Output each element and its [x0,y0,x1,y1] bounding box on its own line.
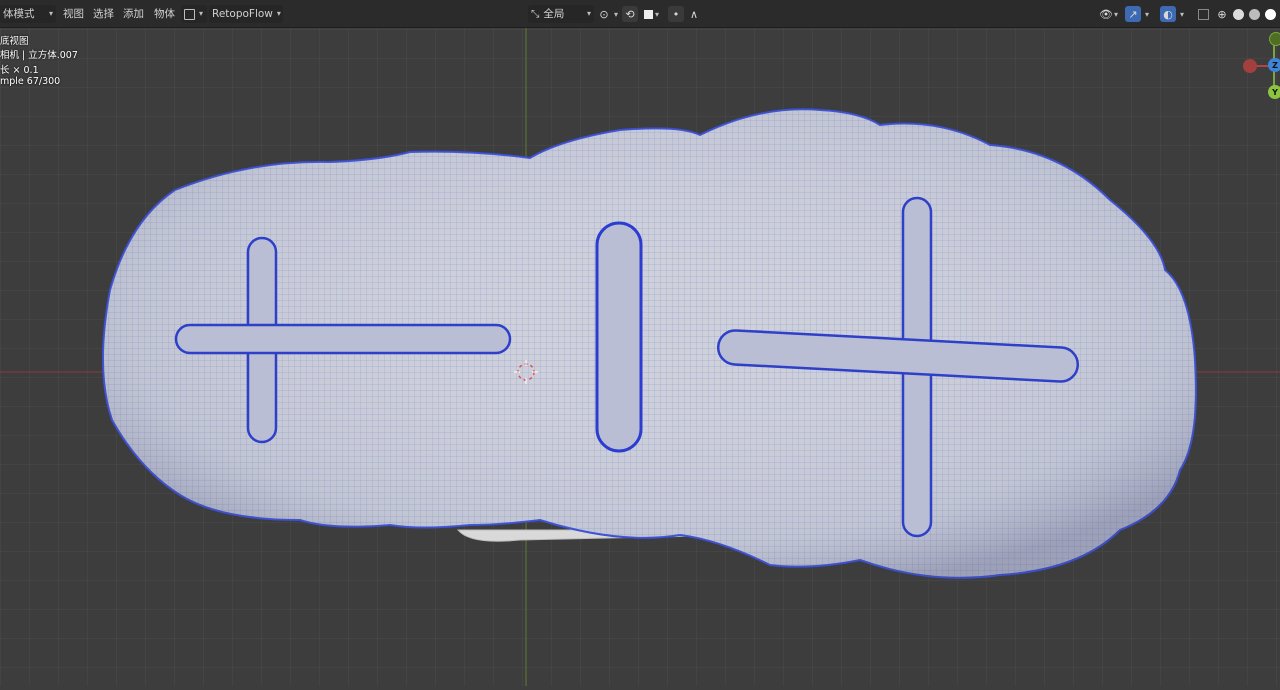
gizmo-y-label: Y [1272,87,1278,97]
falloff-curve-icon[interactable]: ∧ [686,6,702,22]
gizmo-x-negative[interactable] [1243,59,1257,73]
gizmo-z-axis[interactable]: Z [1268,58,1280,72]
chevron-down-icon: ▾ [199,9,204,18]
chevron-down-icon[interactable]: ▾ [1178,6,1186,22]
transform-orientation-dropdown[interactable]: ⤡ 全局 ▾ [528,5,594,23]
shading-rendered-icon[interactable] [1262,6,1278,22]
menu-object[interactable]: 物体 [154,5,175,23]
object-type-dropdown[interactable]: ▾ [181,5,207,23]
snap-icon[interactable]: ⟲ [622,6,638,22]
pivot-icon[interactable]: ⊙ [596,6,612,22]
navigation-gizmo[interactable]: Z Y [1238,30,1280,102]
gizmo-icon[interactable]: ↗ [1125,6,1141,22]
gizmo-y-negative[interactable] [1269,32,1280,46]
transform-orientation-label: 全局 [543,8,565,20]
menu-view[interactable]: 视图 [63,5,84,23]
chevron-down-icon: ▾ [276,9,281,18]
chevron-down-icon[interactable]: ▾ [1112,6,1120,22]
retopoflow-menu[interactable]: RetopoFlow ▾ [209,5,283,23]
transform-orientation-icon: ⤡ [531,8,540,20]
chevron-down-icon[interactable]: ▾ [1143,6,1151,22]
scale-text: 长 × 0.1 [0,65,39,76]
proportional-edit-icon[interactable]: • [668,6,684,22]
viewport-header: 体模式 ▾ 视图 选择 添加 物体 ▾ RetopoFlow ▾ ⤡ 全局 ▾ … [0,0,1280,28]
object-name-text: 相机 | 立方体.007 [0,50,78,61]
3d-viewport[interactable] [0,0,1280,686]
mesh-object[interactable] [102,108,1197,579]
overlay-icon[interactable]: ◐ [1160,6,1176,22]
sample-count-text: mple 67/300 [0,76,61,87]
menu-add[interactable]: 添加 [123,5,144,23]
object-type-icon [184,8,195,20]
menu-select[interactable]: 选择 [93,5,114,23]
chevron-down-icon[interactable]: ▾ [612,6,620,22]
shading-solid-icon[interactable] [1230,6,1246,22]
viewport-canvas [0,0,1280,686]
shading-material-icon[interactable] [1246,6,1262,22]
chevron-down-icon: ▾ [586,9,591,18]
mode-selector[interactable]: 体模式 ▾ [0,5,56,23]
view-name-text: 底视图 [0,36,29,47]
retopoflow-label: RetopoFlow [212,8,273,20]
chevron-down-icon: ▾ [48,9,53,18]
gizmo-z-label: Z [1272,60,1278,70]
middle-slot-groove [595,221,643,453]
xray-icon[interactable] [1195,6,1211,22]
shading-wireframe-icon[interactable]: ⊕ [1214,6,1230,22]
chevron-down-icon[interactable]: ▾ [653,6,661,22]
gizmo-y-axis[interactable]: Y [1268,85,1280,99]
mode-label: 体模式 [3,8,35,20]
